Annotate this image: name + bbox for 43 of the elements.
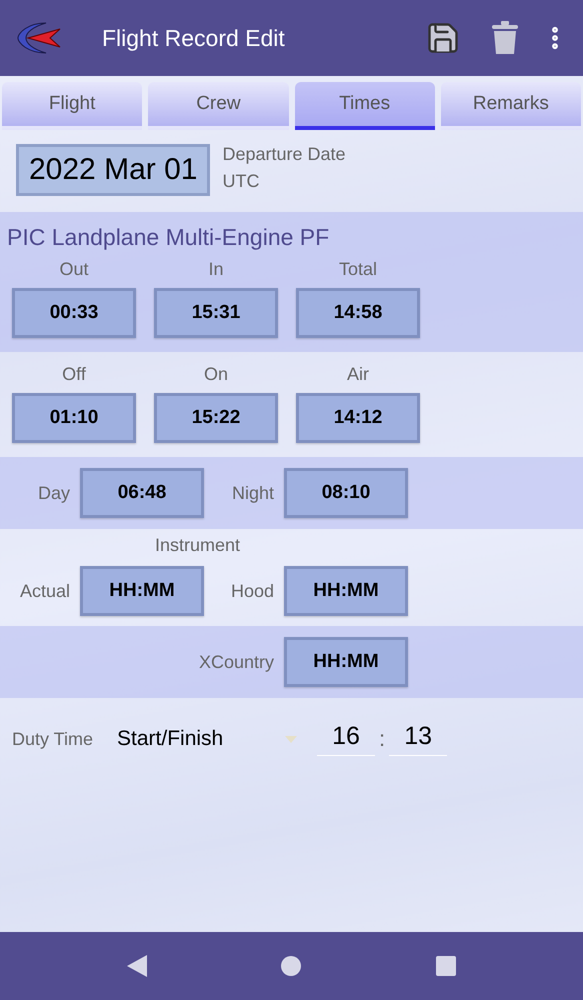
- time-field[interactable]: 14:58: [296, 288, 420, 338]
- back-icon[interactable]: [126, 955, 147, 977]
- field-label: On: [204, 364, 228, 385]
- field-label: Night: [230, 482, 274, 504]
- field-label: Day: [36, 482, 70, 504]
- time-field[interactable]: HH:MM: [284, 566, 408, 616]
- timezone-label: UTC: [222, 171, 260, 192]
- recents-icon[interactable]: [436, 956, 456, 976]
- field-label: Out: [59, 259, 88, 280]
- field-label: Total: [338, 259, 378, 280]
- time-field[interactable]: 06:48: [80, 468, 204, 518]
- time-field[interactable]: 08:10: [284, 468, 408, 518]
- field-label: Actual: [18, 580, 70, 602]
- duty-time-label: Duty Time: [12, 728, 94, 750]
- time-field[interactable]: HH:MM: [80, 566, 204, 616]
- field-label: In: [208, 259, 224, 280]
- date-label: Departure Date: [222, 144, 346, 165]
- date-field[interactable]: 2022 Mar 01: [16, 144, 210, 196]
- field-label: Air: [347, 364, 369, 385]
- time-field[interactable]: 15:31: [154, 288, 278, 338]
- hours-field[interactable]: 16: [317, 722, 376, 756]
- tab[interactable]: Times: [294, 82, 435, 130]
- trash-icon[interactable]: [491, 20, 519, 56]
- time-separator: :: [379, 726, 386, 752]
- category-title: PIC Landplane Multi-Engine PF: [6, 223, 330, 251]
- tab[interactable]: Crew: [148, 82, 288, 130]
- logo-icon: [16, 21, 62, 55]
- screen-title: Flight Record Edit: [102, 24, 286, 52]
- time-field[interactable]: HH:MM: [284, 637, 408, 687]
- time-field[interactable]: 14:12: [296, 393, 420, 443]
- field-label: Off: [62, 364, 86, 385]
- field-label: Hood: [230, 580, 274, 602]
- duty-mode-dropdown[interactable]: Start/Finish: [117, 727, 298, 751]
- tab[interactable]: Flight: [2, 82, 142, 130]
- time-field[interactable]: 01:10: [12, 393, 136, 443]
- field-label: XCountry: [198, 652, 274, 672]
- time-field[interactable]: 15:22: [154, 393, 278, 443]
- home-icon[interactable]: [280, 955, 302, 977]
- caret-icon: [285, 736, 298, 742]
- time-field[interactable]: 00:33: [12, 288, 136, 338]
- tab[interactable]: Remarks: [440, 82, 581, 130]
- group-heading: Instrument: [155, 535, 240, 555]
- minutes-field[interactable]: 13: [389, 722, 448, 756]
